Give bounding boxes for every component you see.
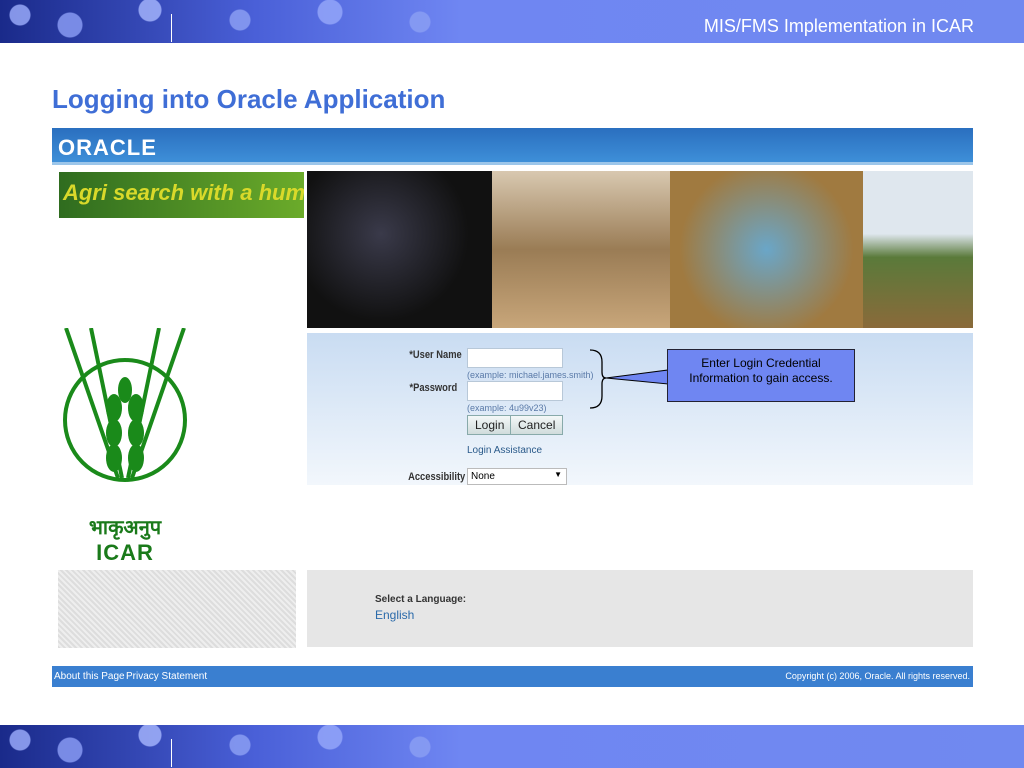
slide-header: MIS/FMS Implementation in ICAR [703,16,974,36]
login-assistance-link[interactable]: Login Assistance [467,445,542,456]
photo-camels [492,171,670,328]
password-input[interactable] [467,381,563,401]
username-input[interactable] [467,348,563,368]
photo-field [863,171,973,328]
about-page-link[interactable]: About this Page [54,671,125,682]
wheat-icon [63,328,187,482]
username-label: *User Name [409,349,462,361]
username-hint: (example: michael.james.smith) [467,370,594,380]
top-band: MIS/FMS Implementation in ICAR [0,0,1024,43]
accessibility-select[interactable]: None ▼ [467,468,567,485]
accessibility-value: None [471,471,495,482]
callout-box: Enter Login Credential Information to ga… [667,349,855,402]
oracle-header-bar: ORACLE [52,128,973,165]
bottom-band [0,725,1024,768]
oracle-footer: About this Page Privacy Statement Copyri… [52,666,973,687]
chevron-down-icon: ▼ [554,470,562,479]
language-english-link[interactable]: English [375,608,414,622]
language-label: Select a Language: [375,594,467,605]
privacy-link[interactable]: Privacy Statement [126,671,207,682]
password-label: *Password [409,382,457,394]
login-button[interactable]: Login [467,415,513,435]
oracle-login-screenshot: ORACLE Agri search with a human touch भा… [52,128,973,687]
oracle-logo: ORACLE [58,135,157,160]
copyright: Copyright (c) 2006, Oracle. All rights r… [785,671,970,681]
logo-hindi-text: भाकृअनुप [88,517,162,539]
slide-title: Logging into Oracle Application [52,84,446,114]
icar-logo: भाकृअनुप ICAR [56,328,194,568]
logo-icar-text: ICAR [96,540,154,565]
brace-pointer-icon [590,349,669,409]
language-section: Select a Language: English [307,570,973,647]
accessibility-label: Accessibility [407,471,465,483]
icar-banner: Agri search with a human touch [59,172,304,218]
photo-fish [670,171,863,328]
globe-image [58,570,296,648]
photo-berries [307,171,492,328]
cancel-button[interactable]: Cancel [510,415,564,435]
password-hint: (example: 4u99v23) [467,403,547,413]
